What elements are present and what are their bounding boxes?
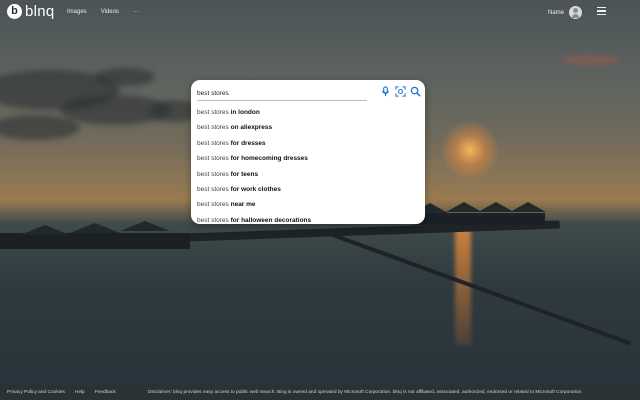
suggestion-item[interactable]: best stores near me [197,197,419,212]
suggestion-item[interactable]: best stores on aliexpress [197,120,419,135]
search-input[interactable] [197,86,367,101]
help-link[interactable]: Help [75,390,85,395]
user-name: Name [547,9,564,16]
suggestion-item[interactable]: best stores for teens [197,167,419,182]
avatar-icon [569,6,582,19]
suggestion-item[interactable]: best stores in london [197,105,419,120]
search-box: best stores in london best stores on ali… [191,80,425,224]
disclaimer-text: Disclaimer: blnq provides easy access to… [148,390,583,395]
privacy-link[interactable]: Privacy Policy and Cookies [7,390,65,395]
hamburger-menu-icon[interactable] [597,7,606,16]
top-bar: b blnq Images Videos ··· Name [0,0,640,26]
suggestion-list: best stores in london best stores on ali… [197,105,419,228]
microphone-icon[interactable] [380,86,391,97]
suggestion-item[interactable]: best stores for work clothes [197,182,419,197]
visual-search-icon[interactable] [395,86,406,97]
suggestion-item[interactable]: best stores for dresses [197,136,419,151]
logo-text: blnq [25,3,55,20]
logo-icon: b [7,4,22,19]
suggestion-item[interactable]: best stores for homecoming dresses [197,151,419,166]
user-account[interactable]: Name [548,6,582,19]
nav-images[interactable]: Images [67,9,87,15]
footer: Privacy Policy and Cookies Help Feedback… [0,385,640,400]
search-icon[interactable] [410,86,421,97]
nav-videos[interactable]: Videos [101,9,119,15]
blnq-logo[interactable]: b blnq [7,3,55,20]
feedback-link[interactable]: Feedback [95,390,116,395]
suggestion-item[interactable]: best stores for halloween decorations [197,213,419,228]
top-nav: Images Videos ··· [67,9,139,15]
footer-links: Privacy Policy and Cookies Help Feedback [7,390,116,395]
nav-more[interactable]: ··· [133,9,139,15]
